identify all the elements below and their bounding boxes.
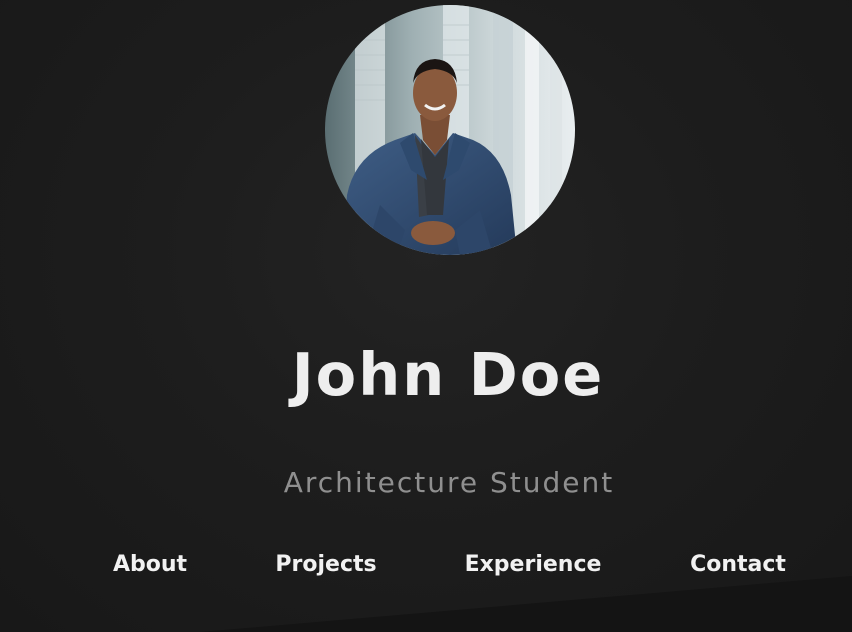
profile-title: Architecture Student [283,466,615,499]
nav-link-contact[interactable]: Contact [690,552,786,577]
nav-link-projects[interactable]: Projects [275,552,376,577]
profile-name: John Doe [291,340,605,409]
profile-photo [325,5,575,255]
hero-section: John Doe Architecture Student About Proj… [0,0,852,632]
nav-link-about[interactable]: About [113,552,187,577]
main-navigation: About Projects Experience Contact [0,552,852,586]
nav-link-experience[interactable]: Experience [465,552,602,577]
